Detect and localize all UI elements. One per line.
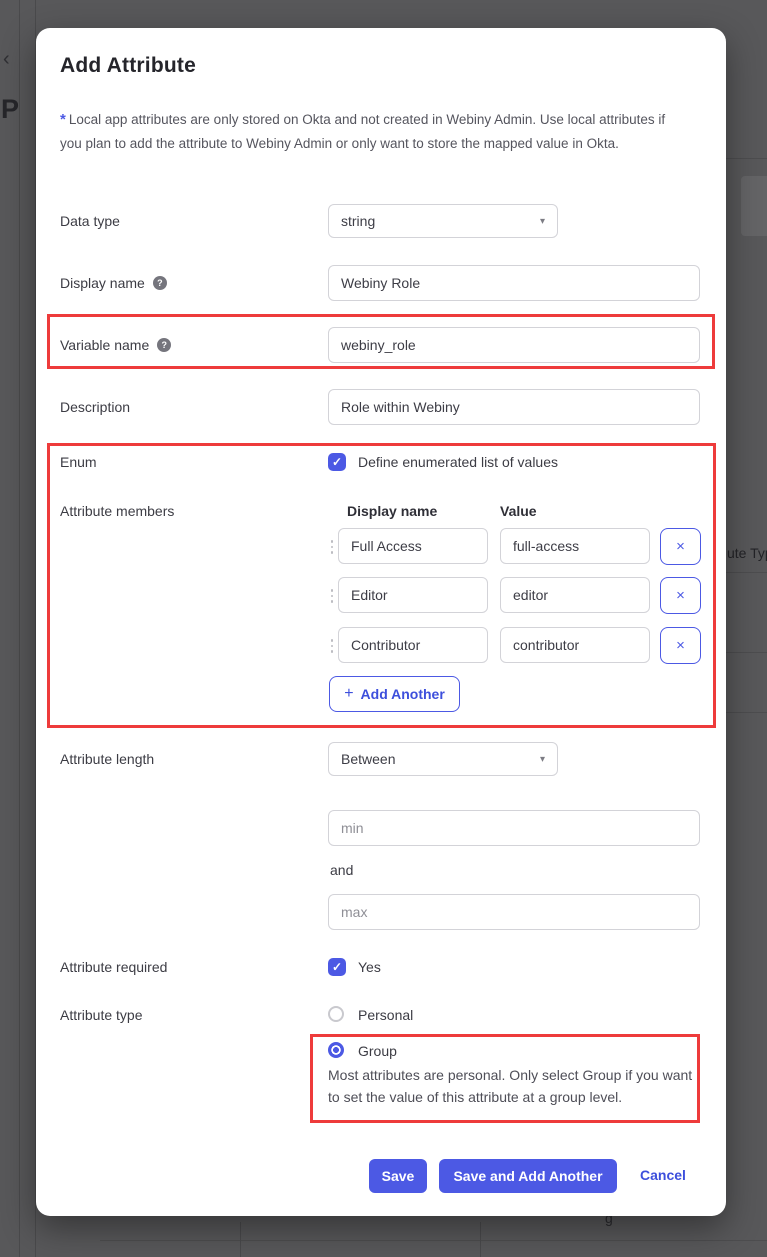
member-value-input[interactable] [500,528,650,564]
help-icon[interactable]: ? [153,276,167,290]
radio-personal-label: Personal [358,1007,413,1023]
variable-name-label-text: Variable name [60,337,149,353]
bg-table-line [726,712,767,713]
member-value-input[interactable] [500,627,650,663]
group-option-description: Most attributes are personal. Only selec… [328,1064,706,1108]
add-attribute-dialog: Add Attribute *Local app attributes are … [36,28,726,1216]
member-value-input[interactable] [500,577,650,613]
close-icon: × [676,637,685,654]
range-separator-label: and [330,862,353,878]
variable-name-input[interactable] [328,327,700,363]
close-icon: × [676,587,685,604]
bg-page-heading-fragment: P [1,94,19,125]
drag-handle-icon[interactable] [330,639,334,653]
attribute-required-checkbox-label: Yes [358,959,381,975]
attribute-length-label: Attribute length [60,751,154,767]
chevron-down-icon: ▾ [540,754,545,765]
close-icon: × [676,538,685,555]
data-type-value: string [341,213,375,229]
dialog-note: *Local app attributes are only stored on… [60,108,678,156]
enum-checkbox-label: Define enumerated list of values [358,454,558,470]
bg-table-line [726,158,767,159]
save-and-add-another-button[interactable]: Save and Add Another [439,1159,617,1193]
bg-table-header-fragment: ute Typ [727,545,767,561]
bg-table-line [480,1222,481,1257]
display-name-label-text: Display name [60,275,145,291]
members-column-value: Value [500,503,537,519]
add-another-label: Add Another [361,686,445,702]
bg-table-line [726,652,767,653]
attribute-length-select[interactable]: Between ▾ [328,742,558,776]
bg-sidebar-border [19,0,20,1257]
check-icon: ✓ [332,456,342,468]
radio-group-label: Group [358,1043,397,1059]
bg-table-line [100,1240,767,1241]
data-type-label: Data type [60,213,120,229]
description-label: Description [60,399,130,415]
data-type-select[interactable]: string ▾ [328,204,558,238]
drag-handle-icon[interactable] [330,589,334,603]
enum-label: Enum [60,454,97,470]
remove-member-button[interactable]: × [660,627,701,664]
description-input[interactable] [328,389,700,425]
chevron-down-icon: ▾ [540,216,545,227]
remove-member-button[interactable]: × [660,577,701,614]
plus-icon: + [344,685,353,703]
enum-checkbox[interactable]: ✓ [328,453,346,471]
back-chevron-icon: ‹ [3,48,10,71]
drag-handle-icon[interactable] [330,540,334,554]
attribute-required-label: Attribute required [60,959,167,975]
bg-table-line [240,1222,241,1257]
min-input[interactable] [328,810,700,846]
members-column-display-name: Display name [347,503,437,519]
attribute-type-label: Attribute type [60,1007,143,1023]
radio-group[interactable] [328,1042,344,1058]
dialog-title: Add Attribute [60,54,196,78]
attribute-length-value: Between [341,751,395,767]
display-name-input[interactable] [328,265,700,301]
note-text: Local app attributes are only stored on … [60,112,665,151]
required-asterisk: * [60,111,66,128]
save-button[interactable]: Save [369,1159,427,1193]
max-input[interactable] [328,894,700,930]
attribute-required-checkbox[interactable]: ✓ [328,958,346,976]
variable-name-label: Variable name ? [60,337,171,353]
cancel-button[interactable]: Cancel [640,1167,686,1183]
bg-card-fragment [741,176,767,236]
remove-member-button[interactable]: × [660,528,701,565]
add-another-member-button[interactable]: + Add Another [329,676,460,712]
member-display-name-input[interactable] [338,577,488,613]
member-display-name-input[interactable] [338,528,488,564]
bg-table-line [726,572,767,573]
display-name-label: Display name ? [60,275,167,291]
radio-personal[interactable] [328,1006,344,1022]
check-icon: ✓ [332,961,342,973]
help-icon[interactable]: ? [157,338,171,352]
attribute-members-label: Attribute members [60,503,174,519]
member-display-name-input[interactable] [338,627,488,663]
